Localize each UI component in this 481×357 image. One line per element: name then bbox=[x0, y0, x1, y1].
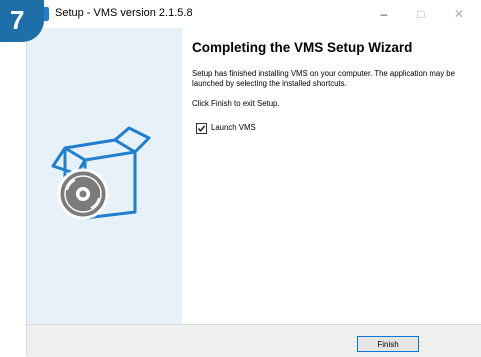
setup-window: Setup - VMS version 2.1.5.8 – □ ✕ Comple… bbox=[26, 0, 481, 357]
minimize-button[interactable]: – bbox=[366, 0, 402, 28]
title-bar: Setup - VMS version 2.1.5.8 – □ ✕ bbox=[27, 0, 481, 28]
window-title: Setup - VMS version 2.1.5.8 bbox=[55, 7, 193, 19]
finish-instruction: Click Finish to exit Setup. bbox=[192, 99, 280, 108]
wizard-content: Completing the VMS Setup Wizard Setup ha… bbox=[182, 28, 481, 324]
wizard-sidebar bbox=[27, 28, 182, 324]
completion-description: Setup has finished installing VMS on you… bbox=[192, 69, 455, 88]
page-title: Completing the VMS Setup Wizard bbox=[192, 40, 413, 55]
maximize-button[interactable]: □ bbox=[403, 0, 439, 28]
checkmark-icon bbox=[198, 125, 206, 132]
launch-vms-checkbox[interactable] bbox=[196, 123, 207, 134]
box-disc-icon bbox=[51, 126, 151, 220]
step-number-badge: 7 bbox=[0, 0, 44, 42]
finish-button[interactable]: Finish bbox=[357, 336, 419, 352]
step-number: 7 bbox=[10, 5, 25, 35]
button-bar: Finish bbox=[27, 324, 481, 357]
launch-vms-label: Launch VMS bbox=[211, 123, 256, 132]
close-button[interactable]: ✕ bbox=[441, 0, 477, 28]
